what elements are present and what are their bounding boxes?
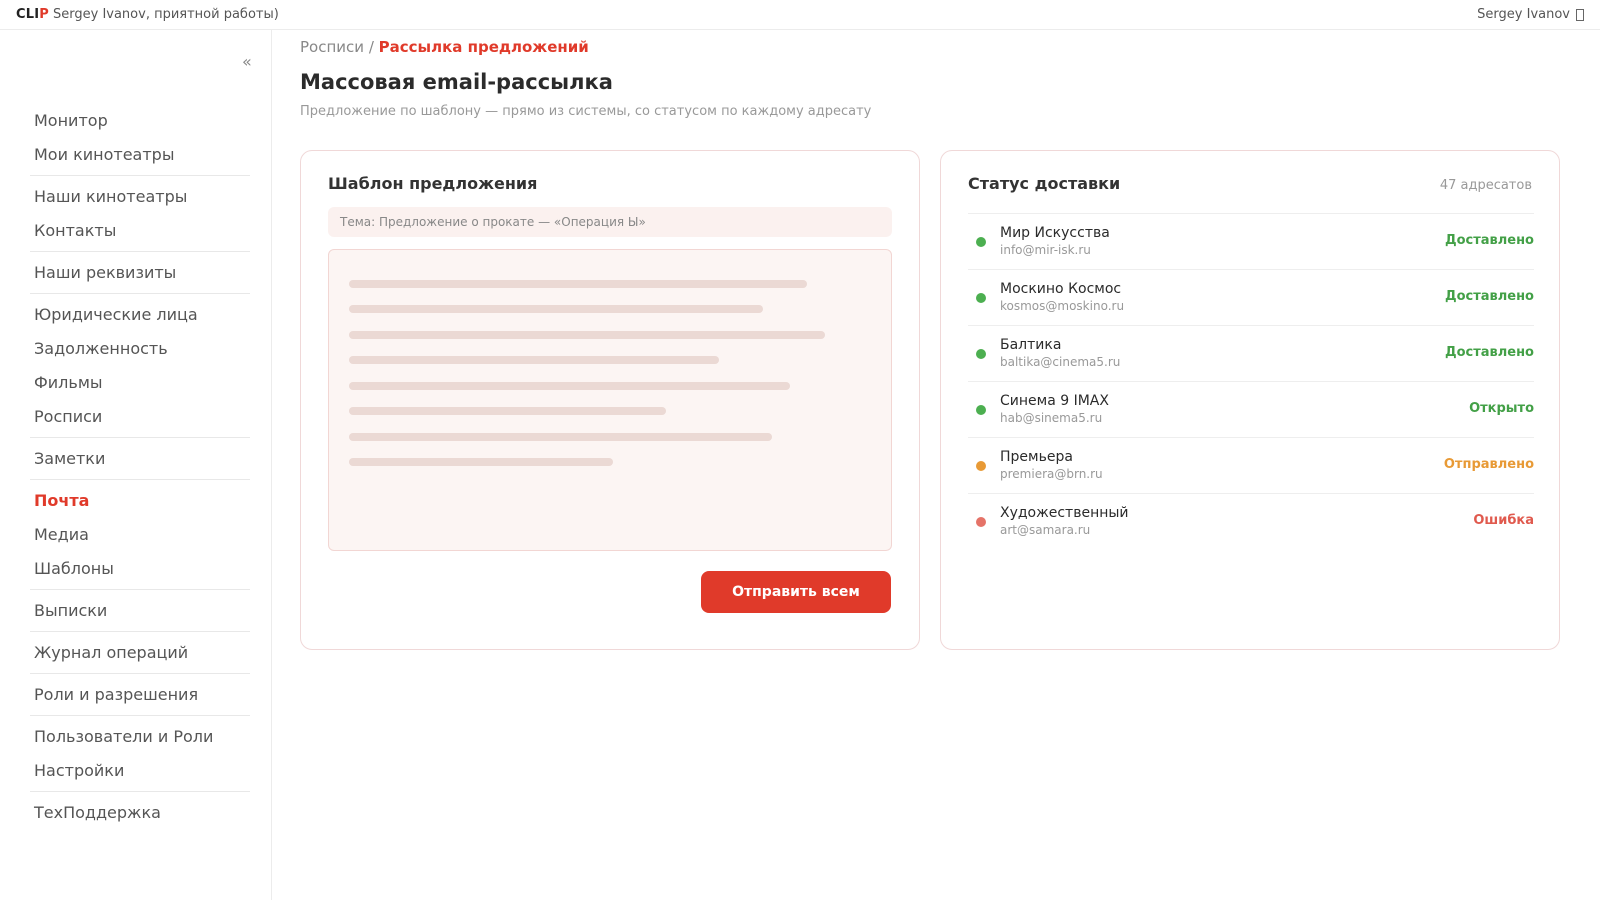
nav-group: Наши кинотеатры Контакты: [30, 176, 250, 252]
status-dot-icon: [976, 349, 986, 359]
sidebar-item[interactable]: Мои кинотеатры: [30, 138, 250, 172]
nav-group: Заметки: [30, 438, 250, 480]
nav-group: Наши реквизиты: [30, 252, 250, 294]
nav-group: Пользователи и Роли Настройки: [30, 716, 250, 792]
breadcrumb-parent[interactable]: Росписи: [300, 38, 364, 56]
sidebar-item[interactable]: Выписки: [30, 594, 250, 628]
text-placeholder-line: [349, 356, 719, 364]
text-placeholder-line: [349, 280, 807, 288]
recipient-count: 47 адресатов: [1439, 178, 1532, 193]
sidebar-item[interactable]: Фильмы: [30, 366, 250, 400]
sidebar-item[interactable]: Задолженность: [30, 332, 250, 366]
recipient-email: premiera@brn.ru: [1000, 467, 1103, 481]
recipient-list: Мир Искусства info@mir-isk.ru Доставлено Мо…: [968, 213, 1534, 550]
delivery-status-badge: Доставлено: [1444, 345, 1534, 360]
status-dot-icon: [976, 237, 986, 247]
cards-area: Шаблон предложения Тема: Предложение о п…: [300, 150, 1560, 650]
recipient-email: baltika@cinema5.ru: [1000, 355, 1121, 369]
recipient-name: Художественный: [1000, 505, 1129, 521]
recipient-row[interactable]: Мир Искусства info@mir-isk.ru Доставлено: [968, 214, 1534, 270]
page-subtitle: Предложение по шаблону — прямо из систем…: [300, 104, 872, 119]
breadcrumb: Росписи / Рассылка предложений: [300, 37, 1570, 57]
recipient-row[interactable]: Москино Космос kosmos@moskino.ru Доставлен…: [968, 270, 1534, 326]
template-card: Шаблон предложения Тема: Предложение о п…: [300, 150, 920, 650]
text-placeholder-line: [349, 382, 790, 390]
sidebar: « Монитор Мои кинотеатры Наши кинотеатры Ко…: [0, 30, 272, 900]
recipient-name: Мир Искусства: [1000, 225, 1110, 241]
text-placeholder-line: [349, 305, 763, 313]
sidebar-item[interactable]: Наши реквизиты: [30, 256, 250, 290]
recipient-row[interactable]: Синема 9 IMAX hab@sinema5.ru Открыто: [968, 382, 1534, 438]
send-to-all-button[interactable]: Отправить всем: [701, 571, 891, 613]
status-dot-icon: [976, 461, 986, 471]
sidebar-item[interactable]: Наши кинотеатры: [30, 180, 250, 214]
sidebar-item[interactable]: Заметки: [30, 442, 250, 476]
nav-group: ТехПоддержка: [30, 792, 250, 833]
user-menu[interactable]: Sergey Ivanov: [1477, 7, 1584, 22]
sidebar-nav: Монитор Мои кинотеатры Наши кинотеатры Конт…: [30, 100, 250, 833]
nav-group: Юридические лица Задолженность Фильмы Роспи…: [30, 294, 250, 438]
text-placeholder-line: [349, 433, 772, 441]
delivery-status-card: Статус доставки 47 адресатов Мир Искусст…: [940, 150, 1560, 650]
status-dot-icon: [976, 405, 986, 415]
sidebar-item[interactable]: Юридические лица: [30, 298, 250, 332]
template-body-editor[interactable]: [328, 249, 892, 551]
sidebar-item[interactable]: Монитор: [30, 104, 250, 138]
nav-group: Почта Медиа Шаблоны: [30, 480, 250, 590]
status-dot-icon: [976, 293, 986, 303]
delivery-status-badge: Доставлено: [1444, 289, 1534, 304]
delivery-status-badge: Ошибка: [1473, 513, 1534, 528]
recipient-row[interactable]: Балтика baltika@cinema5.ru Доставлено: [968, 326, 1534, 382]
nav-group: Выписки: [30, 590, 250, 632]
recipient-email: hab@sinema5.ru: [1000, 411, 1103, 425]
user-menu-icon: [1576, 8, 1584, 21]
recipient-email: info@mir-isk.ru: [1000, 243, 1091, 257]
nav-group: Роли и разрешения: [30, 674, 250, 716]
recipient-name: Балтика: [1000, 337, 1062, 353]
top-bar: CLIP Sergey Ivanov, приятной работы) Ser…: [0, 0, 1600, 30]
recipient-row[interactable]: Премьера premiera@brn.ru Отправлено: [968, 438, 1534, 494]
status-card-title: Статус доставки: [968, 174, 1121, 193]
delivery-status-badge: Доставлено: [1444, 233, 1534, 248]
breadcrumb-current: Рассылка предложений: [378, 38, 589, 56]
recipient-email: art@samara.ru: [1000, 523, 1091, 537]
collapse-sidebar-icon[interactable]: «: [242, 52, 252, 72]
sidebar-item[interactable]: ТехПоддержка: [30, 796, 250, 830]
sidebar-item[interactable]: Настройки: [30, 754, 250, 788]
greeting-text: Sergey Ivanov, приятной работы): [53, 7, 279, 22]
sidebar-item[interactable]: Пользователи и Роли: [30, 720, 250, 754]
delivery-status-badge: Открыто: [1469, 401, 1534, 416]
text-placeholder-line: [349, 407, 666, 415]
delivery-status-badge: Отправлено: [1443, 457, 1534, 472]
recipient-email: kosmos@moskino.ru: [1000, 299, 1125, 313]
text-placeholder-line: [349, 331, 825, 339]
subject-field[interactable]: Тема: Предложение о прокате — «Операция …: [328, 207, 892, 237]
recipient-name: Синема 9 IMAX: [1000, 393, 1109, 409]
sidebar-item[interactable]: Росписи: [30, 400, 250, 434]
app-logo[interactable]: CLIP: [16, 7, 49, 22]
sidebar-item[interactable]: Медиа: [30, 518, 250, 552]
nav-group: Монитор Мои кинотеатры: [30, 100, 250, 176]
brand: CLIP Sergey Ivanov, приятной работы): [16, 7, 279, 22]
sidebar-item[interactable]: Роли и разрешения: [30, 678, 250, 712]
template-card-title: Шаблон предложения: [328, 174, 538, 193]
status-dot-icon: [976, 517, 986, 527]
main-content: Росписи / Рассылка предложений Массовая …: [300, 30, 1570, 650]
user-name: Sergey Ivanov: [1477, 7, 1570, 22]
sidebar-item[interactable]: Контакты: [30, 214, 250, 248]
page-title: Массовая email-рассылка: [300, 70, 613, 94]
sidebar-item[interactable]: Журнал операций: [30, 636, 250, 670]
text-placeholder-line: [349, 458, 613, 466]
nav-group: Журнал операций: [30, 632, 250, 674]
recipient-name: Премьера: [1000, 449, 1073, 465]
sidebar-item[interactable]: Шаблоны: [30, 552, 250, 586]
breadcrumb-separator: /: [368, 38, 374, 56]
recipient-name: Москино Космос: [1000, 281, 1122, 297]
sidebar-item[interactable]: Почта: [30, 484, 250, 518]
recipient-row[interactable]: Художественный art@samara.ru Ошибка: [968, 494, 1534, 550]
